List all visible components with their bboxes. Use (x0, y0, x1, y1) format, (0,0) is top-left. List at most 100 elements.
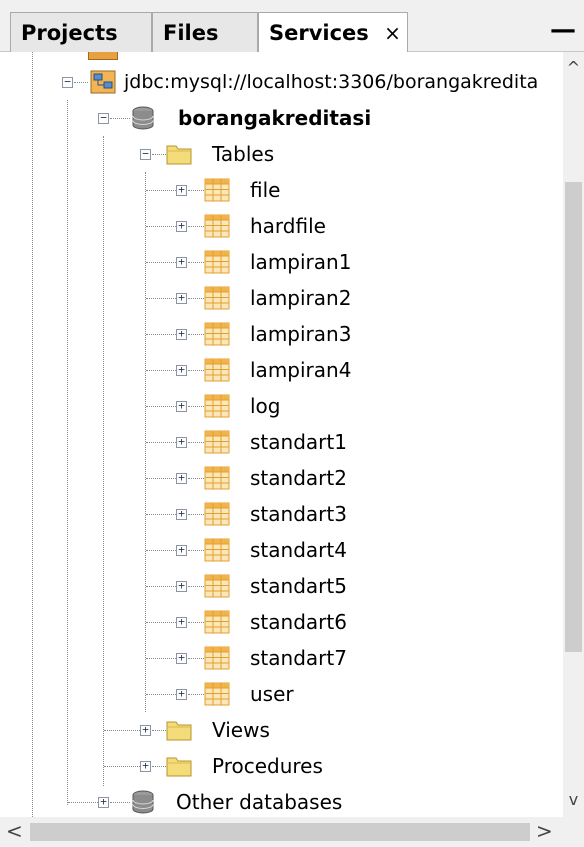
expand-icon[interactable]: + (140, 724, 151, 736)
folder-icon (166, 721, 192, 741)
scroll-left-icon[interactable]: < (6, 819, 23, 843)
table-icon (204, 358, 230, 382)
tree-node-table[interactable]: + lampiran4 (0, 352, 563, 388)
collapse-icon[interactable]: − (62, 76, 73, 88)
table-label: lampiran3 (250, 322, 352, 346)
collapse-icon[interactable]: − (98, 112, 109, 124)
horizontal-scrollbar[interactable]: < > (0, 817, 563, 847)
tree-node-procedures[interactable]: + Procedures (0, 748, 563, 784)
tree-node-views[interactable]: + Views (0, 712, 563, 748)
tree-node-connection[interactable]: − jdbc:mysql://localhost:3306/borangakre… (0, 64, 563, 100)
expand-icon[interactable]: + (140, 760, 151, 772)
expand-icon[interactable]: + (176, 184, 187, 196)
tree-node-table[interactable]: + standart6 (0, 604, 563, 640)
tree-node-table[interactable]: + standart4 (0, 532, 563, 568)
table-label: user (250, 682, 294, 706)
db-connection-icon (88, 52, 118, 60)
table-label: lampiran4 (250, 358, 352, 382)
expand-icon[interactable]: + (176, 400, 187, 412)
horizontal-scroll-thumb[interactable] (30, 823, 530, 841)
table-label: standart3 (250, 502, 347, 526)
expand-icon[interactable]: + (176, 436, 187, 448)
tab-projects[interactable]: Projects (10, 12, 152, 52)
table-icon (204, 250, 230, 274)
connection-label: jdbc:mysql://localhost:3306/borangakredi… (124, 71, 539, 93)
table-icon (204, 286, 230, 310)
table-label: standart4 (250, 538, 347, 562)
tab-services-label: Services (269, 21, 369, 45)
expand-icon[interactable]: + (176, 544, 187, 556)
table-icon (204, 214, 230, 238)
table-label: standart2 (250, 466, 347, 490)
tree-node-table[interactable]: + lampiran2 (0, 280, 563, 316)
tab-files-label: Files (163, 21, 219, 45)
table-icon (204, 646, 230, 670)
expand-icon[interactable]: + (176, 364, 187, 376)
expand-icon[interactable]: + (98, 796, 109, 808)
close-tab-icon[interactable]: × (384, 21, 401, 45)
database-icon (132, 790, 154, 814)
expand-icon[interactable]: + (176, 256, 187, 268)
expand-icon[interactable]: + (176, 292, 187, 304)
expand-icon[interactable]: + (176, 472, 187, 484)
db-connection-icon (90, 70, 116, 94)
table-label: standart5 (250, 574, 347, 598)
tree-node-table[interactable]: + lampiran1 (0, 244, 563, 280)
views-folder-label: Views (212, 718, 270, 742)
expand-icon[interactable]: + (176, 688, 187, 700)
vertical-scroll-thumb[interactable] (565, 182, 582, 652)
database-icon (132, 106, 154, 130)
table-icon (204, 538, 230, 562)
expand-icon[interactable]: + (176, 508, 187, 520)
other-databases-label: Other databases (176, 790, 343, 814)
expand-icon[interactable]: + (176, 652, 187, 664)
scroll-up-icon[interactable]: ^ (565, 58, 582, 77)
table-label: standart6 (250, 610, 347, 634)
tab-projects-label: Projects (21, 21, 118, 45)
procedures-folder-label: Procedures (212, 754, 323, 778)
scroll-down-icon[interactable]: v (565, 790, 582, 809)
tables-folder-label: Tables (212, 142, 275, 166)
tree-node-table[interactable]: + standart5 (0, 568, 563, 604)
tab-services[interactable]: Services × (258, 12, 408, 53)
services-tree: − jdbc:mysql://localhost:3306/borangakre… (0, 52, 563, 817)
table-label: standart1 (250, 430, 347, 454)
collapse-icon[interactable]: − (140, 148, 151, 160)
database-label: borangakreditasi (178, 106, 372, 130)
tree-node-table[interactable]: + standart3 (0, 496, 563, 532)
tree-node-table[interactable]: + log (0, 388, 563, 424)
tab-files[interactable]: Files (152, 12, 258, 52)
tree-node-other-databases[interactable]: + Other databases (0, 784, 563, 817)
expand-icon[interactable]: + (176, 328, 187, 340)
expand-icon[interactable]: + (176, 616, 187, 628)
tree-node-table[interactable]: + hardfile (0, 208, 563, 244)
table-icon (204, 682, 230, 706)
tree-node-table[interactable]: + user (0, 676, 563, 712)
expand-icon[interactable]: + (176, 580, 187, 592)
tree-node-table[interactable]: + standart1 (0, 424, 563, 460)
scrollbar-corner (563, 817, 584, 847)
tree-node-database[interactable]: − borangakreditasi (0, 100, 563, 136)
vertical-scrollbar[interactable]: ^ v (563, 52, 584, 817)
table-label: standart7 (250, 646, 347, 670)
tab-bar: Projects Files Services × — (0, 0, 584, 53)
scroll-right-icon[interactable]: > (536, 819, 553, 843)
folder-icon (166, 145, 192, 165)
table-icon (204, 394, 230, 418)
folder-icon (166, 757, 192, 777)
table-label: lampiran1 (250, 250, 352, 274)
tree-node-tables[interactable]: − Tables (0, 136, 563, 172)
tree-node-table[interactable]: + file (0, 172, 563, 208)
table-label: hardfile (250, 214, 326, 238)
table-label: log (250, 394, 281, 418)
table-label: file (250, 178, 281, 202)
table-icon (204, 466, 230, 490)
expand-icon[interactable]: + (176, 220, 187, 232)
table-icon (204, 322, 230, 346)
table-icon (204, 610, 230, 634)
minimize-icon[interactable]: — (550, 10, 576, 50)
tree-node-table[interactable]: + standart2 (0, 460, 563, 496)
tree-node-table[interactable]: + lampiran3 (0, 316, 563, 352)
tree-node-table[interactable]: + standart7 (0, 640, 563, 676)
table-label: lampiran2 (250, 286, 352, 310)
